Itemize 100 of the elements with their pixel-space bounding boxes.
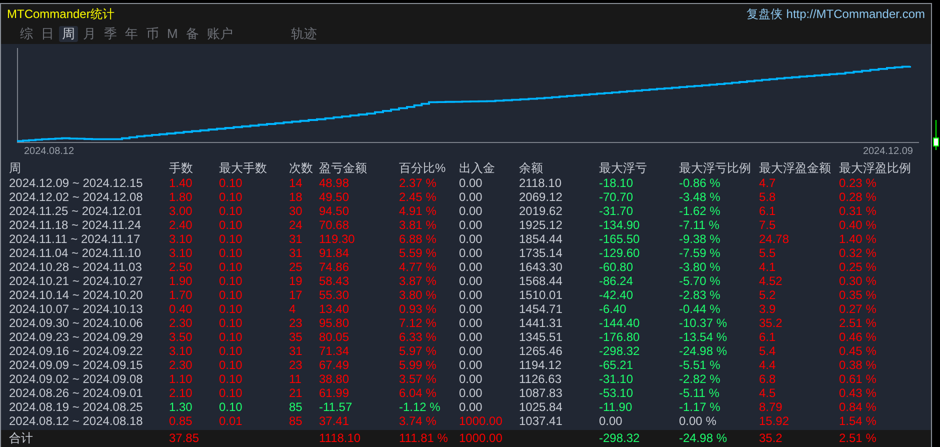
table-cell-text: 31	[289, 246, 304, 260]
table-cell-text: 2.45 %	[399, 190, 438, 204]
table-cell-text: 0.10	[219, 400, 244, 414]
table-cell-text: 2.51 %	[839, 316, 878, 330]
table-cell-text: 14	[289, 176, 304, 190]
tab[interactable]: 周	[59, 26, 78, 42]
table-cell-text: -9.38 %	[679, 232, 722, 246]
table-cell-text: 1.70	[169, 288, 194, 302]
table-cell-text: 4.1	[759, 260, 777, 274]
table-cell-text: 0.00	[459, 316, 484, 330]
table-cell-text: 49.50	[319, 190, 350, 204]
tab[interactable]: 年	[122, 26, 141, 42]
table-cell-text: -2.82 %	[679, 372, 722, 386]
table-cell-text: -70.70	[599, 190, 634, 204]
table-cell-text: 0.00	[459, 302, 484, 316]
tab[interactable]: M	[164, 26, 181, 42]
table-cell-text: 1265.46	[519, 344, 564, 358]
table-cell-text: 0.00	[459, 372, 484, 386]
table-cell-text: -7.11 %	[679, 218, 720, 232]
table-cell-text: 3.81 %	[399, 218, 438, 232]
table-cell-text: 3.10	[169, 232, 194, 246]
table-cell-text: -0.44 %	[679, 302, 722, 316]
table-cell-text: -3.48 %	[679, 190, 722, 204]
table-cell-text: -7.59 %	[679, 246, 722, 260]
table-cell-text: 30	[289, 204, 304, 218]
table-cell-text: 2.51 %	[839, 430, 878, 447]
table-cell-text: 1854.44	[519, 232, 564, 246]
table-cell-text: 2.30	[169, 316, 194, 330]
tab[interactable]: 账户	[204, 26, 236, 42]
table-cell-text: -5.11 %	[679, 386, 720, 400]
table-cell-text: 0.10	[219, 358, 244, 372]
table-cell-text: -3.80 %	[679, 260, 722, 274]
table-cell-text: 0.38 %	[839, 358, 878, 372]
table-cell-text: 2024.12.02 ~ 2024.12.08	[9, 190, 144, 204]
table-cell-text: -0.86 %	[679, 176, 722, 190]
table-cell-text: 2024.12.09 ~ 2024.12.15	[9, 176, 144, 190]
table-cell-text: -2.83 %	[679, 288, 722, 302]
table-cell-text: 3.00	[169, 204, 194, 218]
tab[interactable]: 季	[101, 26, 120, 42]
table-cell-text: 119.30	[319, 232, 356, 246]
table-cell-text: 0.10	[219, 316, 244, 330]
table-cell-text: 0.10	[219, 288, 244, 302]
tab[interactable]: 备	[182, 26, 202, 42]
table-cell-text: 2024.10.14 ~ 2024.10.20	[9, 288, 144, 302]
tab[interactable]: 月	[80, 26, 99, 42]
table-cell-text: 0.93 %	[399, 302, 438, 316]
tab[interactable]: 轨迹	[288, 26, 320, 42]
table-cell-text: 2118.10	[519, 176, 562, 190]
table-cell-text: 0.10	[219, 344, 244, 358]
table-cell-text: -1.12 %	[399, 400, 442, 414]
table-cell-text: 4.4	[759, 358, 777, 372]
table-cell-text: 85	[289, 414, 304, 428]
table-cell-text: -176.80	[599, 330, 641, 344]
table-cell-text: 0.10	[219, 232, 244, 246]
total-label: 合计	[9, 430, 34, 447]
table-cell-text: 2024.09.09 ~ 2024.09.15	[9, 358, 144, 372]
column-header: 余额	[519, 160, 544, 176]
table-cell-text: -1.17 %	[679, 400, 722, 414]
table-cell-text: 6.8	[759, 372, 777, 386]
table-cell-text: 0.30 %	[839, 274, 878, 288]
table-cell-text: 3.74 %	[399, 414, 438, 428]
end-date-label: 2024.12.09	[862, 145, 913, 159]
table-cell-text: 0.31 %	[839, 204, 878, 218]
tab[interactable]: 综	[17, 26, 36, 42]
table-cell-text: 4.91 %	[399, 204, 438, 218]
table-cell-text: 3.80 %	[399, 288, 438, 302]
table-cell-text: 5.59 %	[399, 246, 438, 260]
table-cell-text: 23	[289, 316, 304, 330]
table-cell-text: -86.24	[599, 274, 634, 288]
table-cell-text: 1441.31	[519, 316, 564, 330]
table-cell-text: 0.10	[219, 372, 244, 386]
tab[interactable]: 日	[38, 26, 57, 42]
table-cell-text: 0.00	[459, 190, 484, 204]
table-cell-text: 0.43 %	[839, 386, 878, 400]
table-cell-text: 2024.11.11 ~ 2024.11.17	[9, 232, 142, 246]
table-cell-text: 0.00	[459, 344, 484, 358]
table-cell-text: -10.37 %	[679, 316, 728, 330]
table-cell-text: 2.10	[169, 386, 194, 400]
website-link[interactable]: http://MTCommander.com	[786, 5, 925, 23]
table-cell-text: 35.2	[759, 430, 784, 447]
table-cell-text: 2.30	[169, 358, 194, 372]
table-cell-text: 0.00	[599, 414, 624, 428]
table-cell-text: 1.80	[169, 190, 194, 204]
table-cell-text: 2024.09.30 ~ 2024.10.06	[9, 316, 144, 330]
start-date-label: 2024.08.12	[24, 145, 74, 159]
table-cell-text: 0.00	[459, 232, 484, 246]
table-cell-text: 1025.84	[519, 400, 564, 414]
table-cell-text: -18.10	[599, 176, 634, 190]
column-header: 次数	[289, 160, 314, 176]
tab[interactable]: 币	[143, 26, 162, 42]
table-cell-text: 1194.12	[519, 358, 562, 372]
table-cell-text: 0.00	[459, 288, 484, 302]
table-cell-text: 4	[289, 302, 297, 316]
table-cell-text: 4.7	[759, 176, 777, 190]
table-cell-text: 0.45 %	[839, 344, 878, 358]
table-cell-text: -144.40	[599, 316, 641, 330]
table-cell-text: 0.00 %	[679, 414, 718, 428]
table-cell-text: 80.05	[319, 330, 350, 344]
table-cell-text: 23	[289, 358, 304, 372]
table-cell-text: 1037.41	[519, 414, 564, 428]
